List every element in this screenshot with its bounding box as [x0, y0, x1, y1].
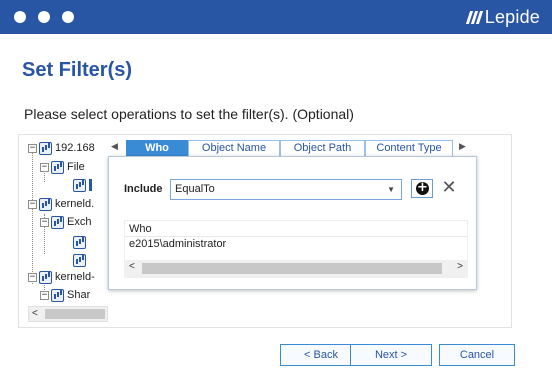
- grid-divider: [124, 236, 468, 237]
- tree-item[interactable]: [73, 177, 92, 193]
- collapse-icon[interactable]: −: [28, 199, 37, 209]
- report-icon: [73, 178, 86, 192]
- grid-horizontal-scrollbar[interactable]: < >: [124, 260, 468, 277]
- server-icon: [39, 270, 52, 284]
- collapse-icon[interactable]: −: [40, 162, 49, 172]
- tree-item-label: Exch: [67, 216, 92, 228]
- tree-item[interactable]: − kerneld.: [28, 196, 94, 212]
- tree-item-label: Shar: [67, 289, 91, 301]
- scrollbar-thumb[interactable]: [142, 263, 442, 274]
- page-title: Set Filter(s): [22, 59, 133, 81]
- tree-item-label: kerneld-: [55, 271, 95, 283]
- collapse-icon[interactable]: −: [40, 290, 49, 300]
- tree-item[interactable]: − Shar: [40, 287, 90, 303]
- scrollbar-thumb[interactable]: [45, 309, 105, 319]
- tree-item[interactable]: − kerneld-: [28, 269, 95, 285]
- grid-cell[interactable]: e2015\administrator: [129, 238, 226, 250]
- include-label: Include: [124, 183, 163, 195]
- grid-column-header: Who: [129, 223, 152, 235]
- next-button[interactable]: Next >: [350, 344, 432, 366]
- tab-content-type[interactable]: Content Type: [365, 140, 453, 157]
- exchange-icon: [51, 215, 64, 229]
- tab-who[interactable]: Who: [126, 140, 188, 157]
- scroll-right-icon[interactable]: >: [457, 261, 463, 272]
- tree-horizontal-scrollbar[interactable]: <: [28, 306, 108, 322]
- operator-value: EqualTo: [175, 183, 215, 195]
- report-icon: [73, 253, 86, 267]
- window-dot-2[interactable]: [38, 11, 50, 23]
- plus-circle-icon: +: [416, 180, 429, 195]
- tab-scroll-right-icon[interactable]: ▶: [459, 141, 466, 152]
- server-icon: [39, 141, 52, 155]
- close-icon[interactable]: ✕: [441, 178, 457, 198]
- window-dot-3[interactable]: [62, 11, 74, 23]
- collapse-icon[interactable]: −: [40, 217, 49, 227]
- tree-item[interactable]: [73, 234, 89, 250]
- tree-item[interactable]: [73, 252, 89, 268]
- selection-marker: [89, 179, 92, 191]
- lepide-logo-icon: [465, 10, 483, 24]
- add-filter-button[interactable]: +: [411, 179, 433, 198]
- operator-select[interactable]: EqualTo ▼: [170, 179, 402, 200]
- tab-scroll-left-icon[interactable]: ◀: [111, 141, 118, 152]
- tree-item-label: kerneld.: [55, 198, 95, 210]
- window-dot-1[interactable]: [14, 11, 26, 23]
- tree-item[interactable]: − Exch: [40, 214, 91, 230]
- chevron-down-icon[interactable]: ▼: [387, 180, 395, 199]
- server-icon: [39, 197, 52, 211]
- tab-object-name[interactable]: Object Name: [188, 140, 280, 157]
- share-icon: [51, 288, 64, 302]
- collapse-icon[interactable]: −: [28, 272, 37, 282]
- report-icon: [73, 235, 86, 249]
- logo-text: Lepide: [484, 6, 540, 27]
- scroll-left-icon[interactable]: <: [32, 307, 38, 321]
- instruction-text: Please select operations to set the filt…: [24, 106, 354, 122]
- lepide-logo: Lepide: [465, 6, 540, 28]
- tab-object-path[interactable]: Object Path: [280, 140, 365, 157]
- tree-item-label: 192.168: [55, 142, 95, 154]
- collapse-icon[interactable]: −: [28, 143, 37, 153]
- title-bar: Lepide: [0, 0, 552, 34]
- tree-item-label: File: [67, 161, 85, 173]
- tree-item[interactable]: − File: [40, 159, 85, 175]
- cancel-button[interactable]: Cancel: [439, 344, 515, 366]
- server-tree: − 192.168 − File − kerneld. − Exch − ker…: [28, 138, 108, 306]
- file-server-icon: [51, 160, 64, 174]
- tree-item[interactable]: − 192.168: [28, 140, 95, 156]
- scroll-left-icon[interactable]: <: [129, 261, 135, 272]
- tree-guide-line: [32, 150, 33, 284]
